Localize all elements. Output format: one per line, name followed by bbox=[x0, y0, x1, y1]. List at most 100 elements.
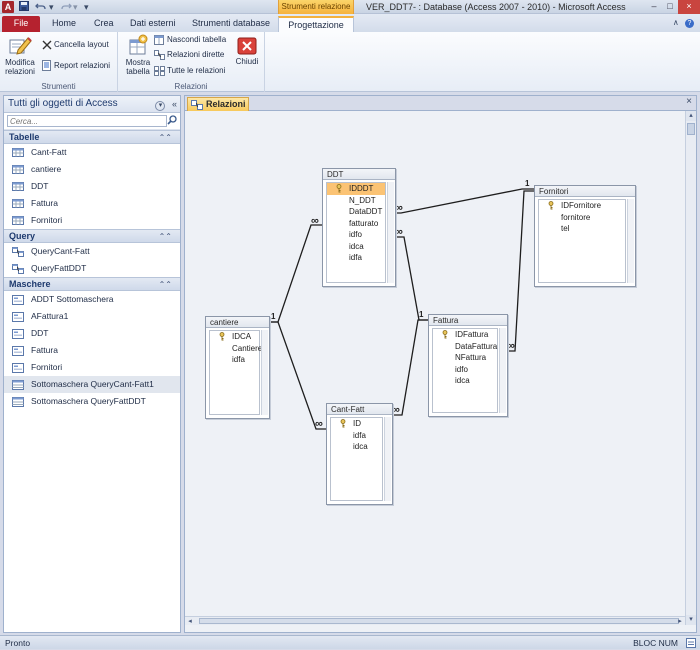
field-cantfatt-id[interactable]: ID bbox=[331, 418, 382, 430]
table-box-fattura[interactable]: Fattura IDFattura DataFattura NFattura i… bbox=[428, 314, 508, 417]
customize-qat-icon[interactable]: ▾ bbox=[84, 1, 89, 13]
field-cantiere-cantiere[interactable]: Cantiere bbox=[210, 343, 262, 355]
nav-item-query-cant-fatt[interactable]: QueryCant-Fatt bbox=[4, 243, 180, 260]
tab-file[interactable]: File bbox=[2, 16, 40, 32]
undo-icon[interactable] bbox=[35, 1, 47, 13]
table-scrollbar[interactable] bbox=[261, 330, 268, 415]
close-window-button[interactable]: × bbox=[678, 0, 700, 14]
shutter-bar-close-icon[interactable]: « bbox=[172, 99, 177, 109]
table-box-cantiere[interactable]: cantiere IDCA Cantiere idfa bbox=[205, 316, 270, 419]
mostra-tabella-button[interactable]: Mostra tabella bbox=[122, 34, 154, 76]
help-icon[interactable]: ? bbox=[685, 19, 694, 28]
tab-dati-esterni[interactable]: Dati esterni bbox=[124, 16, 182, 32]
tab-home[interactable]: Home bbox=[46, 16, 82, 32]
cancella-layout-button[interactable]: Cancella layout bbox=[42, 39, 109, 51]
search-icon[interactable] bbox=[167, 115, 177, 127]
table-title-fornitori[interactable]: Fornitori bbox=[535, 186, 635, 197]
nav-item-form-sottomaschera-queryfattddt[interactable]: Sottomaschera QueryFattDDT bbox=[4, 393, 180, 410]
nascondi-tabella-button[interactable]: Nascondi tabella bbox=[154, 34, 226, 46]
nav-menu-dropdown-icon[interactable]: ▾ bbox=[155, 101, 166, 111]
table-scrollbar[interactable] bbox=[627, 199, 634, 283]
undo-dropdown-icon[interactable]: ▾ bbox=[49, 1, 54, 13]
relationships-canvas[interactable]: 1 ∞ ∞ ∞ 1 ∞ 1 ∞ ∞ DDT IDDDT N_DDT DataDD… bbox=[185, 111, 685, 625]
field-ddt-iddddt[interactable]: IDDDT bbox=[327, 183, 385, 195]
table-scrollbar[interactable] bbox=[499, 328, 506, 413]
modifica-relazioni-button[interactable]: Modifica relazioni bbox=[2, 34, 38, 76]
scroll-right-arrow-icon[interactable]: ▸ bbox=[675, 617, 685, 625]
access-app-icon[interactable]: A bbox=[2, 1, 14, 13]
nav-item-table-ddt[interactable]: DDT bbox=[4, 178, 180, 195]
table-title-ddt[interactable]: DDT bbox=[323, 169, 395, 180]
nav-group-tabelle[interactable]: Tabelle ⌃⌃ bbox=[4, 130, 180, 144]
relationships-icon bbox=[191, 100, 203, 110]
field-ddt-dataddt[interactable]: DataDDT bbox=[327, 206, 385, 218]
field-fattura-idfo[interactable]: idfo bbox=[433, 364, 497, 376]
nav-group-query[interactable]: Query ⌃⌃ bbox=[4, 229, 180, 243]
view-shortcut-icon[interactable] bbox=[686, 638, 696, 650]
field-cantfatt-idca[interactable]: idca bbox=[331, 441, 382, 453]
relazioni-dirette-button[interactable]: Relazioni dirette bbox=[154, 49, 224, 61]
nav-item-form-fattura[interactable]: Fattura bbox=[4, 342, 180, 359]
field-fattura-idca[interactable]: idca bbox=[433, 375, 497, 387]
redo-icon[interactable] bbox=[60, 1, 72, 13]
field-fattura-datafattura[interactable]: DataFattura bbox=[433, 341, 497, 353]
field-cantiere-idca[interactable]: IDCA bbox=[210, 331, 259, 343]
tutte-le-relazioni-button[interactable]: Tutte le relazioni bbox=[154, 65, 225, 77]
nav-group-maschere[interactable]: Maschere ⌃⌃ bbox=[4, 277, 180, 291]
field-fornitori-fornitore[interactable]: fornitore bbox=[539, 212, 625, 224]
nav-item-table-cantiere[interactable]: cantiere bbox=[4, 161, 180, 178]
table-scrollbar[interactable] bbox=[387, 182, 394, 283]
minimize-ribbon-icon[interactable]: ∧ bbox=[673, 18, 679, 27]
nav-item-form-sottomaschera-querycant-fatt1[interactable]: Sottomaschera QueryCant-Fatt1 bbox=[4, 376, 180, 393]
doc-tab-relazioni[interactable]: Relazioni bbox=[187, 97, 249, 111]
table-scrollbar[interactable] bbox=[384, 417, 391, 501]
redo-dropdown-icon[interactable]: ▾ bbox=[73, 1, 78, 13]
scroll-left-arrow-icon[interactable]: ◂ bbox=[185, 617, 195, 625]
table-box-ddt[interactable]: DDT IDDDT N_DDT DataDDT fatturato idfo i… bbox=[322, 168, 396, 287]
nav-item-form-ddt[interactable]: DDT bbox=[4, 325, 180, 342]
scroll-down-arrow-icon[interactable]: ▾ bbox=[686, 615, 696, 625]
minimize-button[interactable]: – bbox=[646, 0, 662, 14]
field-cantfatt-idfa[interactable]: idfa bbox=[331, 430, 382, 442]
collapse-chevron-icon[interactable]: ⌃⌃ bbox=[159, 278, 172, 291]
vertical-scroll-thumb[interactable] bbox=[687, 123, 695, 135]
nav-item-form-addt-sottomaschera[interactable]: ADDT Sottomaschera bbox=[4, 291, 180, 308]
nav-item-table-fattura[interactable]: Fattura bbox=[4, 195, 180, 212]
table-title-fattura[interactable]: Fattura bbox=[429, 315, 507, 326]
report-relazioni-button[interactable]: Report relazioni bbox=[42, 60, 110, 72]
tab-crea[interactable]: Crea bbox=[88, 16, 120, 32]
maximize-button[interactable]: □ bbox=[662, 0, 678, 14]
collapse-chevron-icon[interactable]: ⌃⌃ bbox=[159, 230, 172, 243]
vertical-scrollbar[interactable]: ▴ ▾ bbox=[685, 111, 696, 625]
table-box-fornitori[interactable]: Fornitori IDFornitore fornitore tel bbox=[534, 185, 636, 287]
nav-item-query-fattddt[interactable]: QueryFattDDT bbox=[4, 260, 180, 277]
collapse-chevron-icon[interactable]: ⌃⌃ bbox=[159, 131, 172, 144]
nav-item-table-cant-fatt[interactable]: Cant-Fatt bbox=[4, 144, 180, 161]
field-fattura-nfattura[interactable]: NFattura bbox=[433, 352, 497, 364]
nav-search-input[interactable] bbox=[7, 115, 167, 127]
field-ddt-idfo[interactable]: idfo bbox=[327, 229, 385, 241]
save-icon[interactable] bbox=[19, 1, 29, 13]
nav-item-table-fornitori[interactable]: Fornitori bbox=[4, 212, 180, 229]
horizontal-scroll-thumb[interactable] bbox=[199, 618, 679, 624]
field-fattura-idfattura[interactable]: IDFattura bbox=[433, 329, 497, 341]
table-box-cant-fatt[interactable]: Cant-Fatt ID idfa idca bbox=[326, 403, 393, 505]
horizontal-scrollbar[interactable]: ◂ ▸ bbox=[185, 616, 685, 625]
field-cantiere-idfa[interactable]: idfa bbox=[210, 354, 259, 366]
tab-strumenti-database[interactable]: Strumenti database bbox=[186, 16, 276, 32]
field-fornitori-tel[interactable]: tel bbox=[539, 223, 625, 235]
tab-progettazione[interactable]: Progettazione bbox=[278, 16, 354, 32]
chiudi-button[interactable]: Chiudi bbox=[232, 37, 262, 66]
field-fornitori-idfornitore[interactable]: IDFornitore bbox=[539, 200, 625, 212]
nav-item-form-afattura1[interactable]: AFattura1 bbox=[4, 308, 180, 325]
field-ddt-fatturato[interactable]: fatturato bbox=[327, 218, 385, 230]
field-ddt-idca[interactable]: idca bbox=[327, 241, 385, 253]
table-title-cant-fatt[interactable]: Cant-Fatt bbox=[327, 404, 392, 415]
nav-item-form-fornitori[interactable]: Fornitori bbox=[4, 359, 180, 376]
field-ddt-n-ddt[interactable]: N_DDT bbox=[327, 195, 385, 207]
close-document-button[interactable]: × bbox=[686, 96, 692, 107]
field-ddt-idfa[interactable]: idfa bbox=[327, 252, 385, 264]
nav-pane-header[interactable]: Tutti gli oggetti di Access ▾ « bbox=[4, 96, 180, 113]
scroll-up-arrow-icon[interactable]: ▴ bbox=[686, 111, 696, 121]
table-title-cantiere[interactable]: cantiere bbox=[206, 317, 269, 328]
